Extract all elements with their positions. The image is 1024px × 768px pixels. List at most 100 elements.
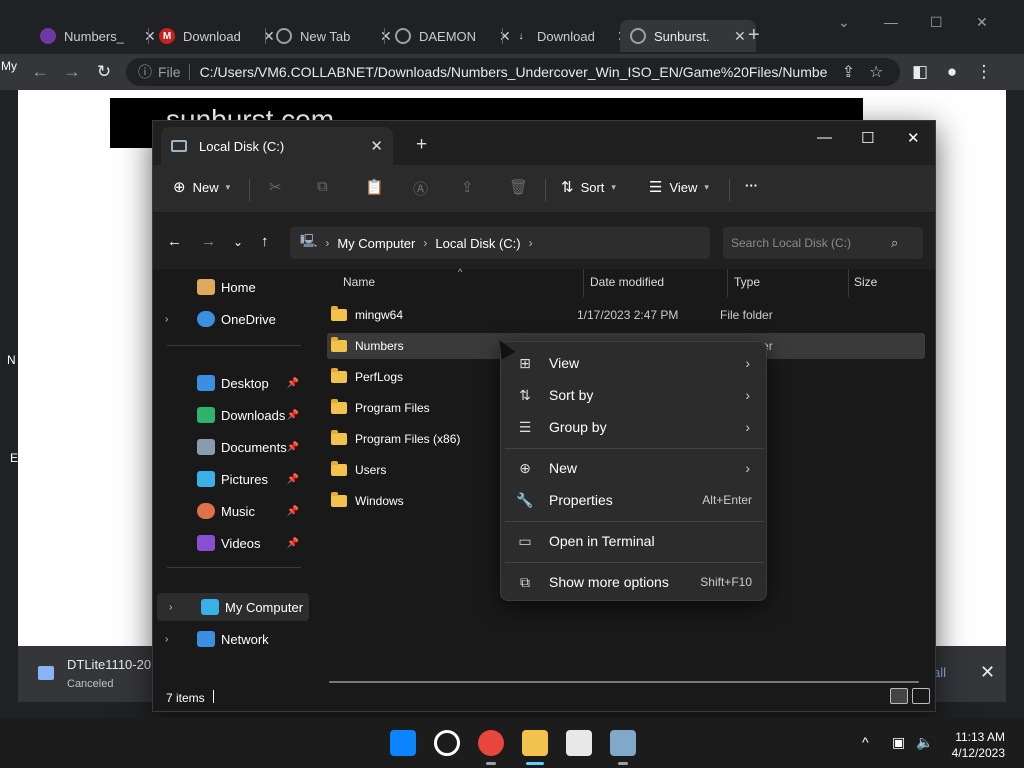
profile-icon[interactable]: ●: [942, 62, 962, 82]
menu-item-group-by[interactable]: ☰ Group by ›: [505, 412, 764, 442]
pin-icon[interactable]: 📌: [287, 410, 299, 421]
back-icon[interactable]: ←: [30, 62, 50, 82]
menu-item-view[interactable]: ⊞ View ›: [505, 348, 764, 378]
column-header-type[interactable]: Type: [734, 275, 760, 289]
breadcrumb-local-disk[interactable]: Local Disk (C:): [435, 236, 520, 251]
system-monitor-icon[interactable]: [610, 730, 636, 756]
pin-icon[interactable]: 📌: [287, 442, 299, 453]
close-tab-icon[interactable]: ✕: [370, 137, 383, 155]
menu-item-sort-by[interactable]: ⇅ Sort by ›: [505, 380, 764, 410]
chrome-tab-4[interactable]: DAEMON ✕: [385, 20, 521, 52]
chrome-tab-6[interactable]: Sunburst. ✕: [620, 20, 756, 52]
column-header-size[interactable]: Size: [854, 275, 877, 289]
network-icon[interactable]: ▣: [892, 734, 905, 751]
view-button[interactable]: ☰ View ▾: [649, 178, 709, 196]
menu-item-properties[interactable]: 🔧 Properties Alt+Enter: [505, 485, 764, 515]
system-clock[interactable]: 11:13 AM 4/12/2023: [945, 729, 1005, 761]
chevron-up-icon[interactable]: ^: [862, 734, 869, 750]
folder-row[interactable]: mingw64 1/17/2023 2:47 PM File folder: [327, 302, 925, 328]
nav-my-computer[interactable]: › My Computer: [157, 593, 309, 621]
chrome-tab-title: Sunburst.: [654, 28, 710, 44]
search-box[interactable]: ⌕: [723, 227, 923, 259]
new-tab-button[interactable]: +: [416, 134, 427, 156]
maximize-icon[interactable]: ☐: [861, 129, 874, 147]
chrome-tab-1[interactable]: Numbers_ ✕: [30, 20, 166, 52]
minimize-icon[interactable]: —: [884, 14, 898, 30]
mega-favicon-icon: M: [159, 28, 175, 44]
side-panel-icon[interactable]: ◧: [910, 62, 930, 82]
paste-icon[interactable]: 📋: [365, 178, 384, 196]
nav-videos[interactable]: Videos 📌: [153, 529, 309, 557]
search-icon[interactable]: ⌕: [891, 235, 898, 251]
chrome-tab-3[interactable]: New Tab ✕: [266, 20, 402, 52]
delete-icon[interactable]: 🗑: [509, 178, 528, 196]
minimize-icon[interactable]: —: [817, 129, 832, 146]
chevron-right-icon: ›: [745, 419, 750, 435]
cut-icon[interactable]: ✂: [269, 178, 282, 196]
column-header-date[interactable]: Date modified: [590, 275, 664, 289]
url-text[interactable]: C:/Users/VM6.COLLABNET/Downloads/Numbers…: [200, 64, 828, 80]
documents-icon: [197, 439, 215, 455]
close-window-icon[interactable]: ✕: [907, 129, 920, 147]
rename-icon[interactable]: Ⓐ: [413, 178, 428, 199]
7zip-icon[interactable]: [566, 730, 592, 756]
close-shelf-icon[interactable]: ✕: [980, 662, 995, 683]
nav-documents[interactable]: Documents 📌: [153, 433, 309, 461]
start-windows-icon[interactable]: [390, 730, 416, 756]
pin-icon[interactable]: 📌: [287, 474, 299, 485]
share-icon[interactable]: ⇪: [461, 178, 474, 196]
forward-icon[interactable]: →: [62, 62, 82, 82]
explorer-tab[interactable]: Local Disk (C:) ✕: [161, 127, 393, 165]
menu-item-show-more-options[interactable]: ⧉ Show more options Shift+F10: [505, 567, 764, 597]
up-icon[interactable]: ↑: [261, 233, 269, 250]
pin-icon[interactable]: 📌: [287, 506, 299, 517]
new-tab-button[interactable]: +: [748, 24, 760, 47]
address-bar[interactable]: ⓘ File C:/Users/VM6.COLLABNET/Downloads/…: [126, 58, 900, 86]
breadcrumb-my-computer[interactable]: My Computer: [337, 236, 415, 251]
nav-network[interactable]: › Network: [153, 625, 309, 653]
details-view-icon[interactable]: [890, 688, 908, 704]
sort-ascending-icon: ^: [458, 267, 463, 277]
nav-desktop[interactable]: Desktop 📌: [153, 369, 309, 397]
explorer-address-bar[interactable]: 🖳 › My Computer › Local Disk (C:) › ⌄ ↻: [290, 227, 832, 259]
nav-pictures[interactable]: Pictures 📌: [153, 465, 309, 493]
nav-downloads[interactable]: Downloads 📌: [153, 401, 309, 429]
menu-item-new[interactable]: ⊕ New ›: [505, 453, 764, 483]
column-header-name[interactable]: Name: [343, 275, 375, 289]
download-file-name[interactable]: DTLite1110-20: [67, 657, 151, 672]
more-options-button[interactable]: ···: [745, 178, 758, 193]
expand-chevron-icon[interactable]: ›: [165, 314, 179, 325]
nav-music[interactable]: Music 📌: [153, 497, 309, 525]
chevron-down-icon[interactable]: ⌄: [838, 14, 850, 31]
recent-chevron-down-icon[interactable]: ⌄: [233, 235, 243, 249]
sort-button[interactable]: ⇅ Sort ▾: [561, 178, 616, 196]
volume-icon[interactable]: 🔈: [916, 734, 933, 751]
pin-icon[interactable]: 📌: [287, 538, 299, 549]
chrome-icon[interactable]: [478, 730, 504, 756]
expand-chevron-icon[interactable]: ›: [169, 602, 183, 613]
menu-item-open-in-terminal[interactable]: ▭ Open in Terminal: [505, 526, 764, 556]
menu-kebab-icon[interactable]: ⋮: [974, 62, 994, 82]
pin-icon[interactable]: 📌: [287, 378, 299, 389]
tiles-view-icon[interactable]: [912, 688, 930, 704]
reload-icon[interactable]: ↻: [94, 62, 114, 82]
file-explorer-icon[interactable]: [522, 730, 548, 756]
nav-onedrive[interactable]: › OneDrive: [153, 305, 309, 333]
chrome-tab-title: DAEMON: [419, 28, 477, 44]
close-tab-icon[interactable]: ✕: [734, 28, 746, 45]
share-icon[interactable]: ⇪: [842, 62, 855, 82]
bookmark-star-icon[interactable]: ☆: [869, 62, 883, 82]
copy-icon[interactable]: ⧉: [317, 178, 328, 195]
new-button[interactable]: ⊕ New ▾: [173, 178, 230, 196]
forward-icon[interactable]: →: [201, 233, 216, 250]
chrome-tab-5[interactable]: ↓ Download ✕: [503, 20, 639, 52]
expand-chevron-icon[interactable]: ›: [165, 634, 179, 645]
nav-label: Network: [221, 631, 269, 647]
close-window-icon[interactable]: ✕: [976, 14, 988, 31]
nav-home[interactable]: Home: [153, 273, 309, 301]
info-icon[interactable]: ⓘ: [138, 62, 152, 82]
maximize-icon[interactable]: ☐: [930, 14, 943, 31]
search-input[interactable]: [731, 236, 891, 250]
back-icon[interactable]: ←: [167, 233, 182, 250]
search-icon[interactable]: [434, 730, 460, 756]
